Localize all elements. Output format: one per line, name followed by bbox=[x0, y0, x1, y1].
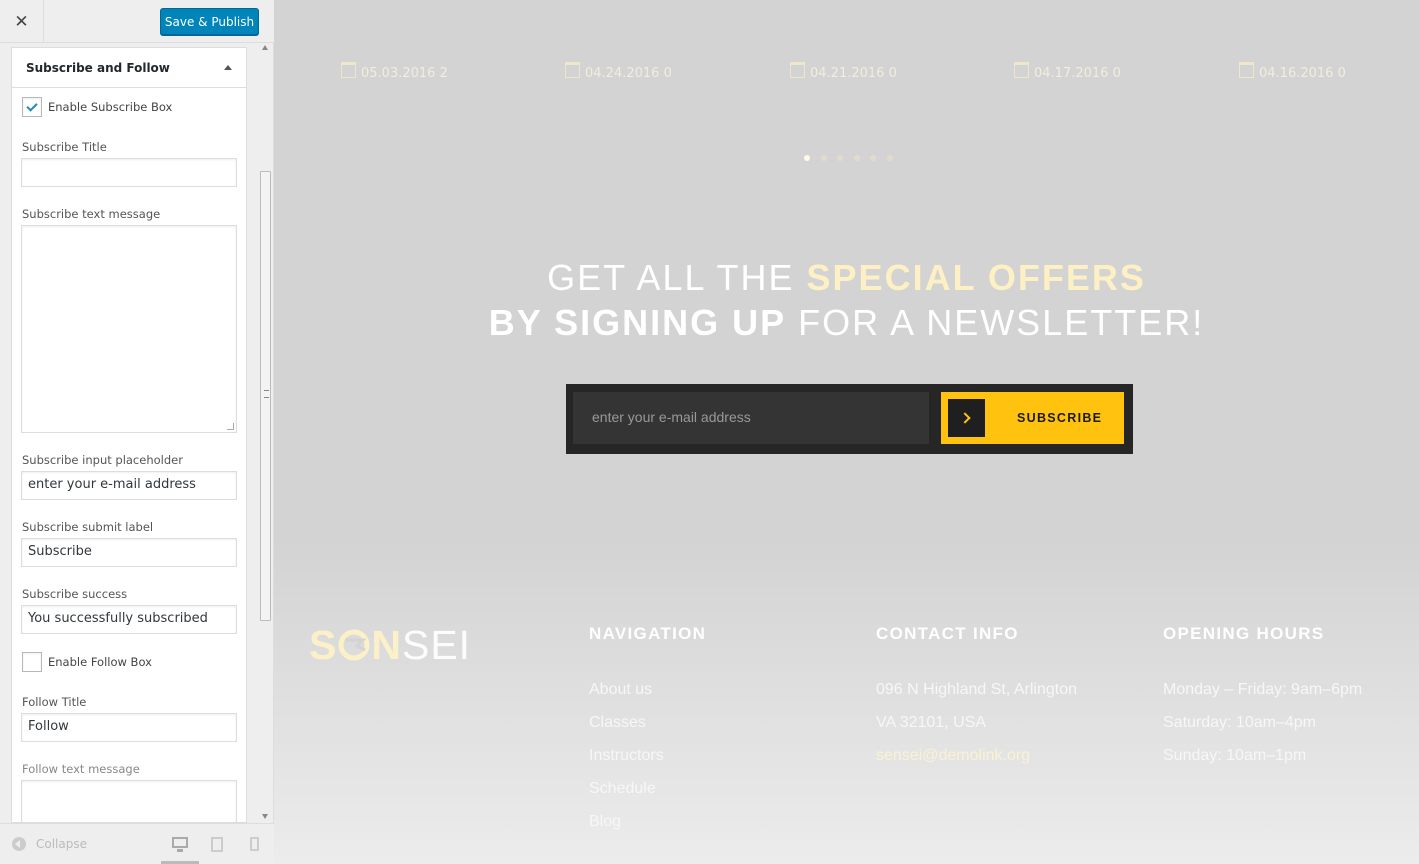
collapse-arrow-icon[interactable] bbox=[224, 65, 232, 70]
calendar-icon bbox=[1239, 61, 1254, 78]
scroll-down-icon[interactable] bbox=[262, 814, 268, 819]
customizer-footer: Collapse bbox=[0, 823, 274, 864]
enable-subscribe-row[interactable]: Enable Subscribe Box bbox=[22, 97, 172, 117]
sidebar-scrollbar[interactable] bbox=[258, 43, 273, 823]
contact-address-line1: 096 N Highland St, Arlington bbox=[876, 681, 1078, 698]
hours-weekday: Monday – Friday: 9am–6pm bbox=[1163, 681, 1363, 698]
nav-link-blog[interactable]: Blog bbox=[589, 813, 621, 831]
date-text: 04.17.2016 0 bbox=[1034, 66, 1121, 81]
date-text: 04.16.2016 0 bbox=[1259, 66, 1346, 81]
post-date: 04.16.2016 0 bbox=[1239, 61, 1346, 81]
date-text: 05.03.2016 2 bbox=[361, 66, 448, 81]
site-preview: 05.03.2016 2 04.24.2016 0 04.21.2016 0 0… bbox=[274, 0, 1419, 864]
contact-heading: CONTACT INFO bbox=[876, 624, 1019, 643]
contact-email-link[interactable]: sensei@demolink.org bbox=[876, 747, 1030, 765]
subscribe-text-label: Subscribe text message bbox=[22, 207, 161, 221]
post-date: 05.03.2016 2 bbox=[341, 61, 448, 81]
nav-link-about[interactable]: About us bbox=[589, 681, 652, 699]
subscribe-success-label: Subscribe success bbox=[22, 587, 128, 601]
post-date: 04.24.2016 0 bbox=[565, 61, 672, 81]
tablet-preview-icon[interactable] bbox=[211, 837, 223, 852]
subscribe-placeholder-input[interactable]: enter your e-mail address bbox=[21, 471, 237, 500]
customizer-sidebar: ✕ Save & Publish Subscribe and Follow En… bbox=[0, 0, 274, 864]
hours-saturday: Saturday: 10am–4pm bbox=[1163, 714, 1316, 731]
follow-title-label: Follow Title bbox=[22, 695, 87, 709]
calendar-icon bbox=[565, 61, 580, 78]
mobile-preview-icon[interactable] bbox=[250, 837, 259, 851]
hours-sunday: Sunday: 10am–1pm bbox=[1163, 747, 1307, 764]
email-field[interactable]: enter your e-mail address bbox=[573, 392, 929, 444]
slider-dot[interactable] bbox=[837, 155, 843, 161]
calendar-icon bbox=[341, 61, 356, 78]
customizer-header: ✕ Save & Publish bbox=[0, 0, 274, 43]
scroll-up-icon[interactable] bbox=[262, 45, 268, 50]
subscribe-title-label: Subscribe Title bbox=[22, 140, 107, 154]
collapse-label: Collapse bbox=[36, 837, 87, 851]
subscribe-submit-input[interactable]: Subscribe bbox=[21, 538, 237, 567]
subscribe-title-input[interactable] bbox=[21, 158, 237, 187]
enable-subscribe-checkbox[interactable] bbox=[22, 97, 42, 117]
footer-background bbox=[274, 540, 1419, 864]
nav-link-classes[interactable]: Classes bbox=[589, 714, 646, 732]
nav-link-instructors[interactable]: Instructors bbox=[589, 747, 664, 765]
scroll-grip-icon bbox=[264, 390, 269, 398]
section-header[interactable]: Subscribe and Follow bbox=[12, 48, 246, 88]
chevron-right-icon bbox=[948, 399, 985, 437]
calendar-icon bbox=[790, 61, 805, 78]
slider-dot[interactable] bbox=[804, 155, 810, 161]
subscribe-submit-label: Subscribe submit label bbox=[22, 520, 154, 534]
desktop-preview-icon[interactable] bbox=[172, 837, 188, 852]
post-date: 04.17.2016 0 bbox=[1014, 61, 1121, 81]
section-title: Subscribe and Follow bbox=[26, 60, 170, 75]
slider-dot[interactable] bbox=[821, 155, 827, 161]
date-text: 04.21.2016 0 bbox=[810, 66, 897, 81]
enable-follow-row[interactable]: Enable Follow Box bbox=[22, 652, 152, 672]
slider-dot[interactable] bbox=[870, 155, 876, 161]
subscribe-success-input[interactable]: You successfully subscribed bbox=[21, 605, 237, 634]
newsletter-heading-line1: GET ALL THE SPECIAL OFFERS bbox=[547, 257, 1146, 298]
enable-follow-checkbox[interactable] bbox=[22, 652, 42, 672]
newsletter-heading-line2: BY SIGNING UP FOR A NEWSLETTER! bbox=[488, 302, 1205, 343]
hours-heading: OPENING HOURS bbox=[1163, 624, 1325, 643]
enable-subscribe-label: Enable Subscribe Box bbox=[48, 100, 173, 114]
resize-handle-icon[interactable] bbox=[227, 423, 234, 430]
dragon-logo-icon bbox=[338, 629, 370, 661]
nav-link-schedule[interactable]: Schedule bbox=[589, 780, 656, 798]
calendar-icon bbox=[1014, 61, 1029, 78]
collapse-button[interactable]: Collapse bbox=[12, 837, 87, 851]
subscribe-button[interactable]: SUBSCRIBE bbox=[941, 392, 1124, 444]
slider-dot[interactable] bbox=[887, 155, 893, 161]
settings-panel: Subscribe and Follow Enable Subscribe Bo… bbox=[11, 47, 247, 823]
scroll-thumb[interactable] bbox=[260, 171, 271, 621]
follow-text-textarea[interactable] bbox=[21, 780, 237, 822]
post-date: 04.21.2016 0 bbox=[790, 61, 897, 81]
follow-title-input[interactable]: Follow bbox=[21, 713, 237, 742]
subscribe-placeholder-label: Subscribe input placeholder bbox=[22, 453, 183, 467]
subscribe-form: enter your e-mail address SUBSCRIBE bbox=[566, 384, 1133, 454]
save-publish-button[interactable]: Save & Publish bbox=[160, 8, 259, 35]
site-logo[interactable]: S NSEI bbox=[309, 622, 471, 669]
close-icon[interactable]: ✕ bbox=[0, 0, 44, 43]
enable-follow-label: Enable Follow Box bbox=[48, 655, 152, 669]
collapse-arrow-icon bbox=[12, 837, 26, 851]
follow-text-label: Follow text message bbox=[22, 762, 140, 776]
checkmark-icon bbox=[26, 99, 38, 112]
slider-dot[interactable] bbox=[854, 155, 860, 161]
subscribe-text-textarea[interactable] bbox=[21, 225, 237, 433]
date-text: 04.24.2016 0 bbox=[585, 66, 672, 81]
navigation-heading: NAVIGATION bbox=[589, 624, 707, 643]
contact-address-line2: VA 32101, USA bbox=[876, 714, 986, 731]
